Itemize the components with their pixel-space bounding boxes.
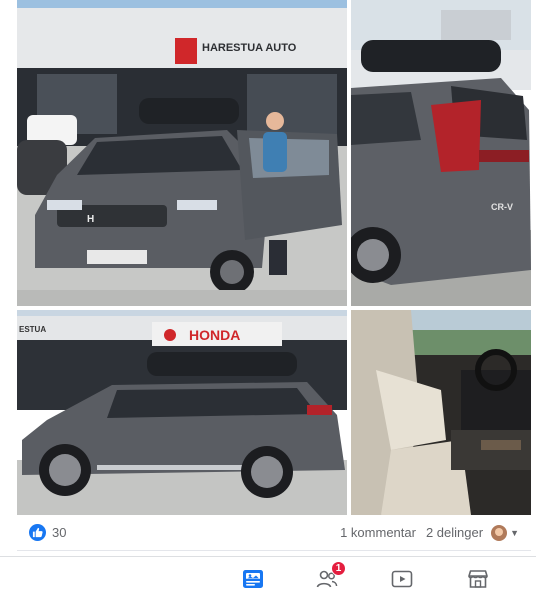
- news-feed-icon: [243, 570, 263, 588]
- tab-watch[interactable]: [386, 563, 418, 595]
- like-thumb-icon: [29, 524, 46, 541]
- watch-video-icon: [391, 570, 413, 588]
- dealer-sign-text: HARESTUA AUTO: [202, 42, 297, 54]
- tab-news-feed[interactable]: [237, 563, 269, 595]
- reaction-count[interactable]: 30: [52, 525, 66, 540]
- marketplace-icon: [468, 570, 488, 588]
- post-photo-1[interactable]: HARESTUA AUTO H: [17, 0, 347, 306]
- chevron-down-icon[interactable]: ▼: [510, 528, 519, 538]
- bottom-tab-bar: 1: [0, 556, 536, 600]
- friends-notification-badge: 1: [331, 561, 346, 576]
- post-photo-grid: HARESTUA AUTO H CR-V HONDA ESTUA: [17, 0, 531, 515]
- side-sign-text: ESTUA: [19, 325, 46, 334]
- post-photo-2[interactable]: CR-V: [351, 0, 531, 306]
- svg-text:H: H: [87, 214, 94, 225]
- crv-badge-text: CR-V: [491, 202, 513, 212]
- tab-marketplace[interactable]: [462, 563, 494, 595]
- comments-count-link[interactable]: 1 kommentar: [340, 525, 416, 540]
- post-photo-4[interactable]: [351, 310, 531, 515]
- post-reactions-bar: 30 1 kommentar 2 delinger ▼: [17, 515, 531, 551]
- shares-count-link[interactable]: 2 delinger: [426, 525, 483, 540]
- tab-friends[interactable]: 1: [311, 561, 346, 595]
- post-photo-3[interactable]: HONDA ESTUA: [17, 310, 347, 515]
- honda-sign-text: HONDA: [189, 327, 240, 343]
- reaction-avatar[interactable]: [491, 524, 508, 541]
